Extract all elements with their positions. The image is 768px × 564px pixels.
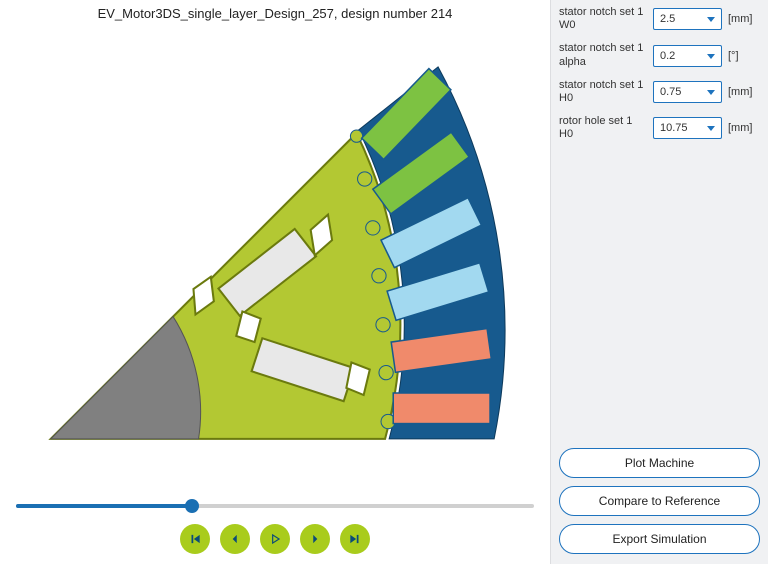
playback-controls — [10, 524, 540, 564]
first-button[interactable] — [180, 524, 210, 554]
compare-reference-button[interactable]: Compare to Reference — [559, 486, 760, 516]
param-unit-h0: [mm] — [728, 86, 760, 98]
param-value-alpha: 0.2 — [660, 50, 675, 62]
param-value-w0: 2.5 — [660, 13, 675, 25]
last-button[interactable] — [340, 524, 370, 554]
param-label-alpha: stator notch set 1 alpha — [559, 42, 647, 68]
skip-last-icon — [348, 532, 362, 546]
slider-track[interactable] — [16, 504, 534, 508]
param-label-h0: stator notch set 1 H0 — [559, 79, 647, 105]
param-select-alpha[interactable]: 0.2 — [653, 45, 722, 67]
chevron-right-icon — [308, 532, 322, 546]
slider-fill — [16, 504, 192, 508]
param-value-h0: 0.75 — [660, 86, 681, 98]
param-unit-rotor-h0: [mm] — [728, 122, 760, 134]
chevron-left-icon — [228, 532, 242, 546]
prev-button[interactable] — [220, 524, 250, 554]
plot-machine-button[interactable]: Plot Machine — [559, 448, 760, 478]
panel-spacer — [559, 142, 760, 441]
play-outline-icon — [268, 532, 282, 546]
play-button[interactable] — [260, 524, 290, 554]
param-unit-alpha: [°] — [728, 50, 760, 62]
next-button[interactable] — [300, 524, 330, 554]
main-panel: EV_Motor3DS_single_layer_Design_257, des… — [0, 0, 550, 564]
param-value-rotor-h0: 10.75 — [660, 122, 688, 134]
param-unit-w0: [mm] — [728, 13, 760, 25]
parameter-panel: stator notch set 1 W0 2.5 [mm] stator no… — [550, 0, 768, 564]
design-slider[interactable] — [16, 496, 534, 516]
skip-first-icon — [188, 532, 202, 546]
motor-plot — [10, 25, 540, 496]
param-label-rotor-h0: rotor hole set 1 H0 — [559, 115, 647, 141]
design-title: EV_Motor3DS_single_layer_Design_257, des… — [10, 6, 540, 21]
param-select-w0[interactable]: 2.5 — [653, 8, 722, 30]
export-simulation-button[interactable]: Export Simulation — [559, 524, 760, 554]
param-select-h0[interactable]: 0.75 — [653, 81, 722, 103]
parameter-grid: stator notch set 1 W0 2.5 [mm] stator no… — [559, 6, 760, 142]
param-select-rotor-h0[interactable]: 10.75 — [653, 117, 722, 139]
param-label-w0: stator notch set 1 W0 — [559, 6, 647, 32]
motor-cross-section — [10, 25, 540, 496]
slider-thumb[interactable] — [185, 499, 199, 513]
